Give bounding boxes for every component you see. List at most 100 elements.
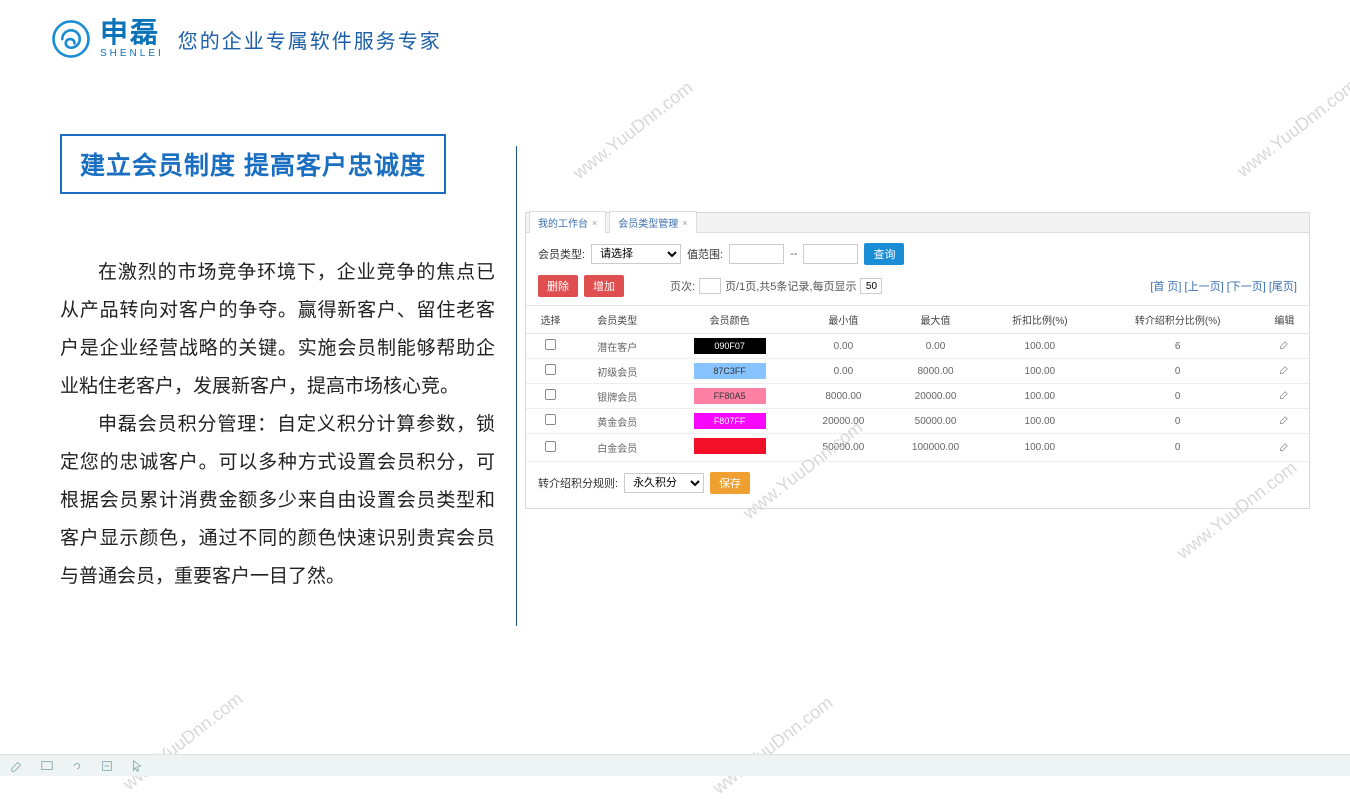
- range-sep: --: [790, 248, 797, 260]
- cell-member-type: 黄金会员: [575, 409, 659, 434]
- cell-discount: 100.00: [984, 384, 1096, 409]
- table-row: 银牌会员 FF80A5 8000.0020000.00100.000: [526, 384, 1309, 409]
- row-checkbox[interactable]: [545, 414, 556, 425]
- edit-icon[interactable]: [1279, 444, 1290, 455]
- headline: 建立会员制度 提高客户忠诚度: [60, 134, 446, 194]
- tab-label: 我的工作台: [538, 215, 588, 230]
- cell-ratio: 0: [1096, 409, 1260, 434]
- brand-name-en: SHENLEI: [100, 49, 164, 59]
- paragraph: 申磊会员积分管理：自定义积分计算参数，锁定您的忠诚客户。可以多种方式设置会员积分…: [60, 406, 495, 596]
- watermark: www.YuuDnn.com: [119, 688, 247, 794]
- range-min-input[interactable]: [729, 244, 784, 264]
- cell-discount: 100.00: [984, 409, 1096, 434]
- cell-member-type: 白金会员: [575, 434, 659, 462]
- cell-min: 50000.00: [800, 434, 887, 462]
- color-swatch: [694, 438, 766, 454]
- footer-toolbar: [0, 754, 1350, 776]
- table-header: 最大值: [887, 306, 984, 334]
- cell-max: 0.00: [887, 334, 984, 359]
- tab-member-type[interactable]: 会员类型管理 ×: [609, 211, 696, 233]
- table-header: 折扣比例(%): [984, 306, 1096, 334]
- table-row: 白金会员 50000.00100000.00100.000: [526, 434, 1309, 462]
- save-bar: 转介绍积分规则: 永久积分 保存: [526, 462, 1309, 508]
- row-checkbox[interactable]: [545, 364, 556, 375]
- color-swatch: 090F07: [694, 338, 766, 354]
- add-button[interactable]: 增加: [584, 275, 624, 297]
- filter-bar: 会员类型: 请选择 值范围: -- 查询: [526, 233, 1309, 275]
- action-bar: 删除 增加 页次: 页/1页,共5条记录,每页显示 [首 页] [上一页] [下…: [526, 275, 1309, 305]
- cell-member-type: 银牌会员: [575, 384, 659, 409]
- cell-ratio: 6: [1096, 334, 1260, 359]
- table-header: 会员颜色: [659, 306, 799, 334]
- close-icon[interactable]: ×: [592, 218, 597, 228]
- cell-ratio: 0: [1096, 384, 1260, 409]
- cell-max: 8000.00: [887, 359, 984, 384]
- pager-links[interactable]: [首 页] [上一页] [下一页] [尾页]: [1150, 278, 1297, 294]
- table-header: 选择: [526, 306, 575, 334]
- edit-icon[interactable]: [1279, 417, 1290, 428]
- delete-button[interactable]: 删除: [538, 275, 578, 297]
- color-swatch: F807FF: [694, 413, 766, 429]
- screen-icon[interactable]: [40, 759, 54, 773]
- app-panel: 我的工作台 × 会员类型管理 × 会员类型: 请选择 值范围: -- 查询: [525, 212, 1310, 509]
- table-header: 编辑: [1260, 306, 1309, 334]
- member-type-table: 选择会员类型会员颜色最小值最大值折扣比例(%)转介绍积分比例(%)编辑 潜在客户…: [526, 305, 1309, 462]
- row-checkbox[interactable]: [545, 339, 556, 350]
- page-header: 申磊 SHENLEI 您的企业专属软件服务专家: [0, 0, 1350, 74]
- tab-bar: 我的工作台 × 会员类型管理 ×: [526, 213, 1309, 233]
- table-row: 潜在客户090F070.000.00100.006: [526, 334, 1309, 359]
- pager-info: 页次: 页/1页,共5条记录,每页显示: [670, 278, 882, 294]
- edit-icon[interactable]: [1279, 342, 1290, 353]
- rule-select[interactable]: 永久积分: [624, 473, 704, 493]
- row-checkbox[interactable]: [545, 389, 556, 400]
- cell-max: 100000.00: [887, 434, 984, 462]
- brand-name-cn: 申磊: [100, 19, 164, 47]
- article-body: 在激烈的市场竞争环境下，企业竞争的焦点已从产品转向对客户的争夺。赢得新客户、留住…: [60, 254, 495, 596]
- save-button[interactable]: 保存: [710, 472, 750, 494]
- cell-min: 20000.00: [800, 409, 887, 434]
- color-swatch: FF80A5: [694, 388, 766, 404]
- edit-icon[interactable]: [1279, 392, 1290, 403]
- cell-discount: 100.00: [984, 359, 1096, 384]
- cursor-icon[interactable]: [130, 759, 144, 773]
- cell-max: 20000.00: [887, 384, 984, 409]
- link-icon[interactable]: [70, 759, 84, 773]
- table-header: 最小值: [800, 306, 887, 334]
- cell-ratio: 0: [1096, 434, 1260, 462]
- member-type-label: 会员类型:: [538, 246, 585, 262]
- page-number-input[interactable]: [699, 278, 721, 294]
- pencil-icon[interactable]: [10, 759, 24, 773]
- edit-icon[interactable]: [1279, 367, 1290, 378]
- range-label: 值范围:: [687, 246, 723, 262]
- close-icon[interactable]: ×: [682, 218, 687, 228]
- tab-label: 会员类型管理: [618, 215, 678, 230]
- table-row: 黄金会员 F807FF 20000.0050000.00100.000: [526, 409, 1309, 434]
- annotate-icon[interactable]: [100, 759, 114, 773]
- paragraph: 在激烈的市场竞争环境下，企业竞争的焦点已从产品转向对客户的争夺。赢得新客户、留住…: [60, 254, 495, 406]
- brand-logo: 申磊 SHENLEI: [50, 18, 164, 60]
- rule-label: 转介绍积分规则:: [538, 475, 618, 491]
- range-max-input[interactable]: [803, 244, 858, 264]
- query-button[interactable]: 查询: [864, 243, 904, 265]
- cell-ratio: 0: [1096, 359, 1260, 384]
- article-left: 建立会员制度 提高客户忠诚度 在激烈的市场竞争环境下，企业竞争的焦点已从产品转向…: [60, 134, 495, 596]
- logo-icon: [50, 18, 92, 60]
- member-type-select[interactable]: 请选择: [591, 244, 681, 264]
- cell-min: 0.00: [800, 359, 887, 384]
- cell-min: 0.00: [800, 334, 887, 359]
- table-header: 会员类型: [575, 306, 659, 334]
- table-header: 转介绍积分比例(%): [1096, 306, 1260, 334]
- cell-max: 50000.00: [887, 409, 984, 434]
- table-row: 初级会员 87C3FF 0.008000.00100.000: [526, 359, 1309, 384]
- watermark: www.YuuDnn.com: [709, 692, 837, 798]
- per-page-input[interactable]: [860, 278, 882, 294]
- tab-workbench[interactable]: 我的工作台 ×: [529, 211, 606, 233]
- cell-member-type: 初级会员: [575, 359, 659, 384]
- cell-discount: 100.00: [984, 334, 1096, 359]
- cell-member-type: 潜在客户: [575, 334, 659, 359]
- color-swatch: 87C3FF: [694, 363, 766, 379]
- row-checkbox[interactable]: [545, 440, 556, 451]
- brand-tagline: 您的企业专属软件服务专家: [178, 25, 442, 54]
- cell-discount: 100.00: [984, 434, 1096, 462]
- cell-min: 8000.00: [800, 384, 887, 409]
